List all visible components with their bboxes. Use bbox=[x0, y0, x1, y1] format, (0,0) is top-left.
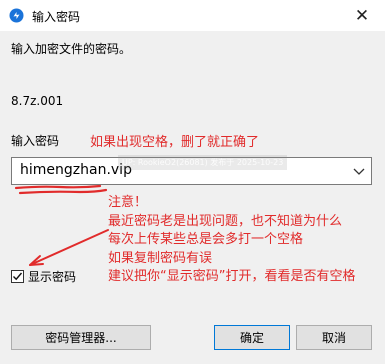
annotation-line: 建议把你“显示密码”打开，看看是否有空格 bbox=[108, 269, 356, 284]
annotation-line: 最近密码老是出现问题，也不知道为什么 bbox=[108, 213, 343, 229]
window-title: 输入密码 bbox=[32, 10, 81, 24]
close-button[interactable]: ✕ bbox=[339, 0, 385, 31]
ok-button[interactable]: 确定 bbox=[214, 325, 290, 350]
show-password-checkbox[interactable] bbox=[11, 270, 24, 283]
annotation-line: 每次上传某些总是会多打一个空格 bbox=[108, 232, 304, 247]
password-manager-button[interactable]: 密码管理器... bbox=[11, 325, 151, 350]
app-icon bbox=[9, 8, 24, 23]
annotation-arrow bbox=[29, 229, 109, 266]
annotation-warning-block: 注意！ 最近密码老是出现问题，也不知道为什么 每次上传某些总是会多打一个空格 如… bbox=[108, 194, 355, 287]
password-dialog: 输入密码 ✕ 输入加密文件的密码。 8.7z.001 输入密码 如果出现空格，删… bbox=[0, 0, 385, 364]
checkmark-icon bbox=[13, 272, 23, 281]
file-name: 8.7z.001 bbox=[11, 94, 64, 108]
chevron-down-icon[interactable] bbox=[353, 166, 365, 176]
annotation-line: 如果复制密码有误 bbox=[108, 250, 213, 266]
cancel-button[interactable]: 取消 bbox=[296, 325, 372, 350]
prompt-text: 输入加密文件的密码。 bbox=[11, 42, 132, 56]
annotation-line: 注意！ bbox=[108, 195, 148, 210]
title-bar: 输入密码 ✕ bbox=[0, 0, 385, 31]
annotation-underline bbox=[14, 184, 108, 195]
password-label: 输入密码 bbox=[11, 134, 60, 148]
upload-watermark: UP: RookieO2(26081) 发布于 2025-10-23 bbox=[118, 155, 288, 170]
password-value: himengzhan.vip bbox=[20, 162, 132, 178]
annotation-space-note: 如果出现空格，删了就正确了 bbox=[90, 135, 260, 150]
show-password-row[interactable]: 显示密码 bbox=[11, 268, 76, 285]
annotation-arrowhead bbox=[29, 255, 44, 266]
close-icon: ✕ bbox=[354, 5, 370, 26]
show-password-label: 显示密码 bbox=[28, 270, 77, 284]
